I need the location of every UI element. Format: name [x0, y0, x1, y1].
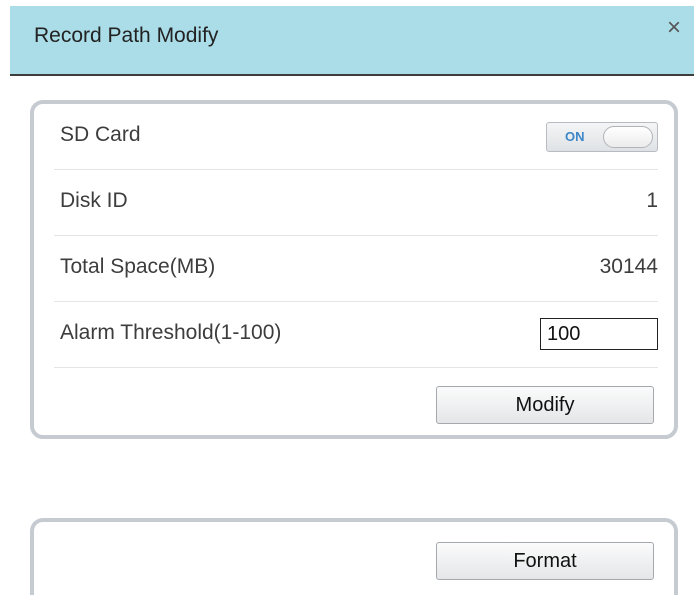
alarm-threshold-row: Alarm Threshold(1-100) — [54, 302, 658, 368]
sd-card-toggle[interactable]: ON — [546, 122, 658, 152]
alarm-threshold-input[interactable] — [540, 318, 658, 350]
sd-card-label: SD Card — [60, 123, 141, 146]
disk-id-value: 1 — [646, 189, 658, 212]
toggle-knob — [603, 126, 653, 148]
modify-button[interactable]: Modify — [436, 386, 654, 424]
sd-card-row: SD Card ON — [54, 104, 658, 170]
total-space-row: Total Space(MB) 30144 — [54, 236, 658, 302]
dialog-titlebar: Record Path Modify — [10, 6, 694, 76]
format-panel: Format — [30, 518, 678, 595]
total-space-value: 30144 — [599, 255, 658, 278]
alarm-threshold-label: Alarm Threshold(1-100) — [60, 321, 282, 344]
record-path-modify-dialog: Record Path Modify × SD Card ON Disk ID … — [0, 0, 694, 595]
format-button[interactable]: Format — [436, 542, 654, 580]
disk-id-label: Disk ID — [60, 189, 128, 212]
close-icon[interactable]: × — [661, 15, 687, 41]
total-space-label: Total Space(MB) — [60, 255, 216, 278]
dialog-title: Record Path Modify — [34, 24, 219, 47]
disk-id-row: Disk ID 1 — [54, 170, 658, 236]
toggle-state-text: ON — [565, 129, 585, 144]
disk-settings-panel: SD Card ON Disk ID 1 Total Space(MB) 301… — [30, 100, 678, 439]
